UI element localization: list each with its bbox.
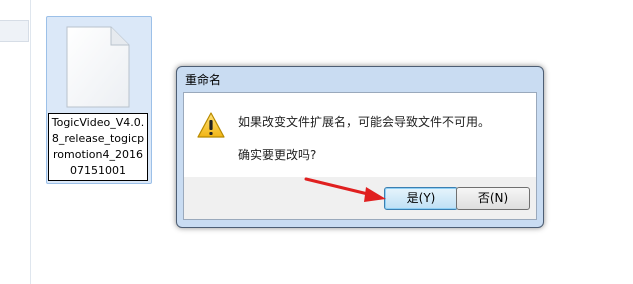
dialog-question: 确实要更改吗?	[238, 148, 317, 162]
file-item-selected[interactable]: TogicVideo_V4.0.8_release_togicpromotion…	[46, 16, 152, 184]
navigation-pane	[0, 0, 31, 284]
blank-document-icon	[65, 25, 131, 113]
no-button[interactable]: 否(N)	[456, 187, 530, 210]
warning-icon	[196, 111, 226, 143]
nav-item[interactable]	[0, 20, 29, 42]
file-name-edit-field[interactable]: TogicVideo_V4.0.8_release_togicpromotion…	[48, 113, 148, 181]
dialog-message: 如果改变文件扩展名，可能会导致文件不可用。	[238, 115, 491, 129]
dialog-content: 如果改变文件扩展名，可能会导致文件不可用。 确实要更改吗?	[183, 92, 537, 178]
annotation-arrow-icon	[300, 175, 390, 209]
yes-button[interactable]: 是(Y)	[384, 187, 458, 210]
dialog-title: 重命名	[185, 73, 222, 87]
